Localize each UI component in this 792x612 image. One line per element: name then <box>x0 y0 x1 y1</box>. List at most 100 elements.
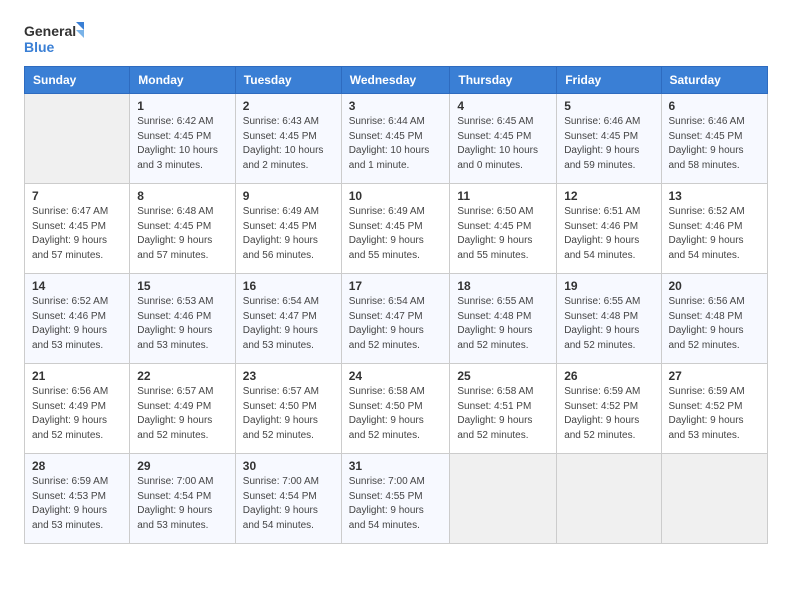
calendar-cell: 23 Sunrise: 6:57 AMSunset: 4:50 PMDayligh… <box>235 364 341 454</box>
day-number: 21 <box>32 369 122 383</box>
day-number: 17 <box>349 279 443 293</box>
calendar-cell: 19Sunrise: 6:55 AMSunset: 4:48 PMDayligh… <box>557 274 661 364</box>
day-info: Sunrise: 6:54 AMSunset: 4:47 PMDaylight:… <box>243 295 334 353</box>
day-info: Sunrise: 6:59 AMSunset: 4:52 PMDaylight:… <box>564 385 653 443</box>
calendar-cell: 24Sunrise: 6:58 AMSunset: 4:50 PMDayligh… <box>341 364 450 454</box>
calendar-cell: 2 Sunrise: 6:43 AMSunset: 4:45 PMDaylight… <box>235 94 341 184</box>
calendar-cell <box>25 94 130 184</box>
day-number: 10 <box>349 189 443 203</box>
day-number: 15 <box>137 279 228 293</box>
day-info: Sunrise: 6:42 AMSunset: 4:45 PMDaylight:… <box>137 115 228 173</box>
calendar-cell: 12 Sunrise: 6:51 AMSunset: 4:46 PMDayligh… <box>557 184 661 274</box>
day-info: Sunrise: 6:59 AMSunset: 4:53 PMDaylight:… <box>32 475 122 533</box>
calendar-cell: 9 Sunrise: 6:49 AMSunset: 4:45 PMDaylight… <box>235 184 341 274</box>
calendar-cell: 14 Sunrise: 6:52 AMSunset: 4:46 PMDayligh… <box>25 274 130 364</box>
weekday-header-sunday: Sunday <box>25 67 130 94</box>
header: General Blue <box>24 20 768 58</box>
logo: General Blue <box>24 20 84 58</box>
day-number: 29 <box>137 459 228 473</box>
day-info: Sunrise: 6:58 AMSunset: 4:51 PMDaylight:… <box>457 385 549 443</box>
calendar-week-row: 7 Sunrise: 6:47 AMSunset: 4:45 PMDaylight… <box>25 184 768 274</box>
calendar-cell: 29 Sunrise: 7:00 AMSunset: 4:54 PMDayligh… <box>130 454 236 544</box>
calendar-cell: 31 Sunrise: 7:00 AMSunset: 4:55 PMDayligh… <box>341 454 450 544</box>
day-info: Sunrise: 6:52 AMSunset: 4:46 PMDaylight:… <box>32 295 122 353</box>
day-number: 20 <box>669 279 761 293</box>
day-number: 11 <box>457 189 549 203</box>
day-info: Sunrise: 6:59 AMSunset: 4:52 PMDaylight:… <box>669 385 761 443</box>
weekday-header-friday: Friday <box>557 67 661 94</box>
day-number: 5 <box>564 99 653 113</box>
day-info: Sunrise: 6:56 AMSunset: 4:49 PMDaylight:… <box>32 385 122 443</box>
day-number: 31 <box>349 459 443 473</box>
day-number: 2 <box>243 99 334 113</box>
calendar-cell <box>557 454 661 544</box>
calendar-week-row: 28 Sunrise: 6:59 AMSunset: 4:53 PMDayligh… <box>25 454 768 544</box>
day-number: 22 <box>137 369 228 383</box>
day-number: 27 <box>669 369 761 383</box>
day-number: 1 <box>137 99 228 113</box>
day-info: Sunrise: 7:00 AMSunset: 4:55 PMDaylight:… <box>349 475 443 533</box>
day-info: Sunrise: 6:55 AMSunset: 4:48 PMDaylight:… <box>457 295 549 353</box>
day-number: 7 <box>32 189 122 203</box>
day-number: 12 <box>564 189 653 203</box>
calendar-cell: 15 Sunrise: 6:53 AMSunset: 4:46 PMDayligh… <box>130 274 236 364</box>
day-number: 6 <box>669 99 761 113</box>
day-info: Sunrise: 6:56 AMSunset: 4:48 PMDaylight:… <box>669 295 761 353</box>
calendar-week-row: 14 Sunrise: 6:52 AMSunset: 4:46 PMDayligh… <box>25 274 768 364</box>
weekday-header-tuesday: Tuesday <box>235 67 341 94</box>
calendar-cell <box>450 454 557 544</box>
day-number: 3 <box>349 99 443 113</box>
day-info: Sunrise: 6:57 AMSunset: 4:50 PMDaylight:… <box>243 385 334 443</box>
svg-text:General: General <box>24 23 76 39</box>
day-number: 14 <box>32 279 122 293</box>
weekday-header-wednesday: Wednesday <box>341 67 450 94</box>
day-number: 9 <box>243 189 334 203</box>
day-info: Sunrise: 6:58 AMSunset: 4:50 PMDaylight:… <box>349 385 443 443</box>
calendar-cell: 11 Sunrise: 6:50 AMSunset: 4:45 PMDayligh… <box>450 184 557 274</box>
day-info: Sunrise: 6:57 AMSunset: 4:49 PMDaylight:… <box>137 385 228 443</box>
calendar-cell: 25 Sunrise: 6:58 AMSunset: 4:51 PMDayligh… <box>450 364 557 454</box>
calendar-cell: 27 Sunrise: 6:59 AMSunset: 4:52 PMDayligh… <box>661 364 768 454</box>
calendar-cell: 21 Sunrise: 6:56 AMSunset: 4:49 PMDayligh… <box>25 364 130 454</box>
day-number: 30 <box>243 459 334 473</box>
day-number: 28 <box>32 459 122 473</box>
day-number: 25 <box>457 369 549 383</box>
day-info: Sunrise: 6:46 AMSunset: 4:45 PMDaylight:… <box>669 115 761 173</box>
calendar-cell: 18Sunrise: 6:55 AMSunset: 4:48 PMDayligh… <box>450 274 557 364</box>
day-number: 19 <box>564 279 653 293</box>
calendar-cell <box>661 454 768 544</box>
calendar-cell: 1 Sunrise: 6:42 AMSunset: 4:45 PMDaylight… <box>130 94 236 184</box>
page: General Blue SundayMondayTuesdayWednesda… <box>0 0 792 612</box>
calendar-cell: 10 Sunrise: 6:49 AMSunset: 4:45 PMDayligh… <box>341 184 450 274</box>
calendar-cell: 22 Sunrise: 6:57 AMSunset: 4:49 PMDayligh… <box>130 364 236 454</box>
calendar-cell: 30Sunrise: 7:00 AMSunset: 4:54 PMDayligh… <box>235 454 341 544</box>
calendar-cell: 5 Sunrise: 6:46 AMSunset: 4:45 PMDaylight… <box>557 94 661 184</box>
day-info: Sunrise: 6:48 AMSunset: 4:45 PMDaylight:… <box>137 205 228 263</box>
calendar-cell: 13Sunrise: 6:52 AMSunset: 4:46 PMDayligh… <box>661 184 768 274</box>
day-number: 23 <box>243 369 334 383</box>
day-info: Sunrise: 6:52 AMSunset: 4:46 PMDaylight:… <box>669 205 761 263</box>
day-info: Sunrise: 6:49 AMSunset: 4:45 PMDaylight:… <box>349 205 443 263</box>
svg-text:Blue: Blue <box>24 39 55 55</box>
day-number: 16 <box>243 279 334 293</box>
day-info: Sunrise: 6:47 AMSunset: 4:45 PMDaylight:… <box>32 205 122 263</box>
calendar-week-row: 21 Sunrise: 6:56 AMSunset: 4:49 PMDayligh… <box>25 364 768 454</box>
day-info: Sunrise: 6:43 AMSunset: 4:45 PMDaylight:… <box>243 115 334 173</box>
day-info: Sunrise: 6:49 AMSunset: 4:45 PMDaylight:… <box>243 205 334 263</box>
day-info: Sunrise: 7:00 AMSunset: 4:54 PMDaylight:… <box>137 475 228 533</box>
day-info: Sunrise: 6:50 AMSunset: 4:45 PMDaylight:… <box>457 205 549 263</box>
calendar-cell: 16 Sunrise: 6:54 AMSunset: 4:47 PMDayligh… <box>235 274 341 364</box>
weekday-header-row: SundayMondayTuesdayWednesdayThursdayFrid… <box>25 67 768 94</box>
day-info: Sunrise: 6:45 AMSunset: 4:45 PMDaylight:… <box>457 115 549 173</box>
day-info: Sunrise: 6:46 AMSunset: 4:45 PMDaylight:… <box>564 115 653 173</box>
calendar-cell: 20 Sunrise: 6:56 AMSunset: 4:48 PMDayligh… <box>661 274 768 364</box>
logo-icon: General Blue <box>24 20 84 58</box>
day-info: Sunrise: 6:54 AMSunset: 4:47 PMDaylight:… <box>349 295 443 353</box>
day-info: Sunrise: 6:53 AMSunset: 4:46 PMDaylight:… <box>137 295 228 353</box>
day-number: 8 <box>137 189 228 203</box>
calendar-cell: 7 Sunrise: 6:47 AMSunset: 4:45 PMDaylight… <box>25 184 130 274</box>
weekday-header-monday: Monday <box>130 67 236 94</box>
calendar-week-row: 1 Sunrise: 6:42 AMSunset: 4:45 PMDaylight… <box>25 94 768 184</box>
weekday-header-thursday: Thursday <box>450 67 557 94</box>
day-info: Sunrise: 6:51 AMSunset: 4:46 PMDaylight:… <box>564 205 653 263</box>
